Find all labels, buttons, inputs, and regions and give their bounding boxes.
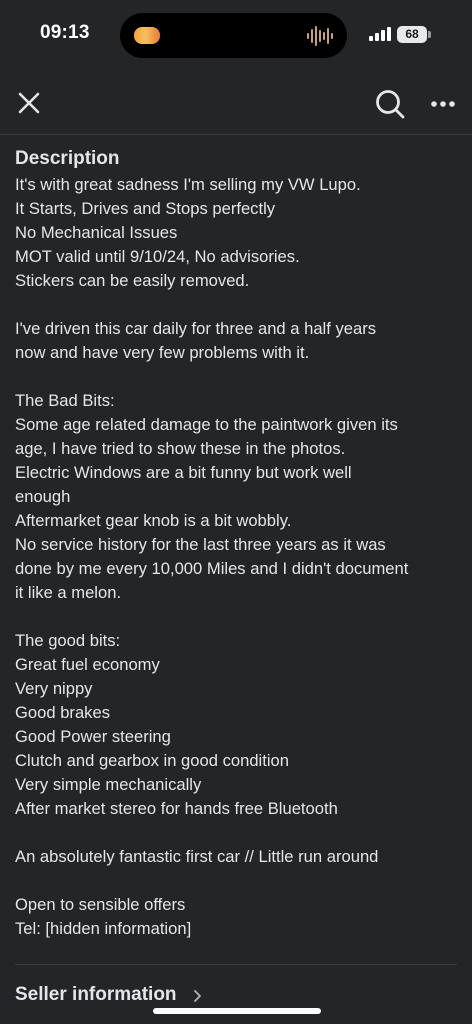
description-line: After market stereo for hands free Bluet…	[15, 799, 338, 818]
description-line: Very simple mechanically	[15, 775, 202, 794]
description-line: enough	[15, 487, 71, 506]
description-line: Stickers can be easily removed.	[15, 271, 250, 290]
description-line: It Starts, Drives and Stops perfectly	[15, 199, 276, 218]
description-line: Clutch and gearbox in good condition	[15, 751, 289, 770]
description-line: Some age related damage to the paintwork…	[15, 415, 398, 434]
description-line: done by me every 10,000 Miles and I didn…	[15, 559, 409, 578]
status-bar: 09:13 68	[0, 0, 472, 70]
section-divider	[15, 964, 457, 965]
description-line: Tel: [hidden information]	[15, 919, 192, 938]
seller-information-label: Seller information	[15, 984, 177, 1005]
description-line: MOT valid until 9/10/24, No advisories.	[15, 247, 300, 266]
description-line: age, I have tried to show these in the p…	[15, 439, 346, 458]
description-line: Good Power steering	[15, 727, 171, 746]
description-line: now and have very few problems with it.	[15, 343, 310, 362]
description-line: The good bits:	[15, 631, 121, 650]
home-indicator[interactable]	[153, 1008, 321, 1014]
description-line: No Mechanical Issues	[15, 223, 178, 242]
top-nav-bar	[0, 72, 472, 135]
description-line: Good brakes	[15, 703, 111, 722]
dynamic-island[interactable]	[120, 13, 347, 58]
description-line: Electric Windows are a bit funny but wor…	[15, 463, 352, 482]
battery-cap	[428, 31, 431, 38]
close-icon[interactable]	[12, 86, 46, 120]
description-line: Great fuel economy	[15, 655, 160, 674]
search-icon[interactable]	[372, 86, 408, 122]
description-heading: Description	[15, 148, 120, 169]
status-time: 09:13	[40, 22, 90, 43]
more-horizontal-icon[interactable]	[427, 88, 459, 120]
description-line: Very nippy	[15, 679, 93, 698]
description-line: it like a melon.	[15, 583, 122, 602]
description-line: It's with great sadness I'm selling my V…	[15, 175, 361, 194]
chevron-right-icon	[193, 990, 201, 1002]
description-body: It's with great sadness I'm selling my V…	[15, 173, 460, 941]
description-line: Open to sensible offers	[15, 895, 186, 914]
description-line: An absolutely fantastic first car // Lit…	[15, 847, 379, 866]
audio-waveform-icon	[307, 26, 333, 46]
now-playing-artwork-icon	[134, 27, 160, 44]
description-line: No service history for the last three ye…	[15, 535, 386, 554]
description-line: I've driven this car daily for three and…	[15, 319, 377, 338]
cellular-signal-icon	[369, 27, 391, 41]
description-line: Aftermarket gear knob is a bit wobbly.	[15, 511, 292, 530]
description-line: The Bad Bits:	[15, 391, 115, 410]
battery-indicator: 68	[397, 26, 427, 43]
listing-description: Description It's with great sadness I'm …	[15, 146, 460, 941]
seller-information-link[interactable]: Seller information	[15, 980, 202, 1010]
